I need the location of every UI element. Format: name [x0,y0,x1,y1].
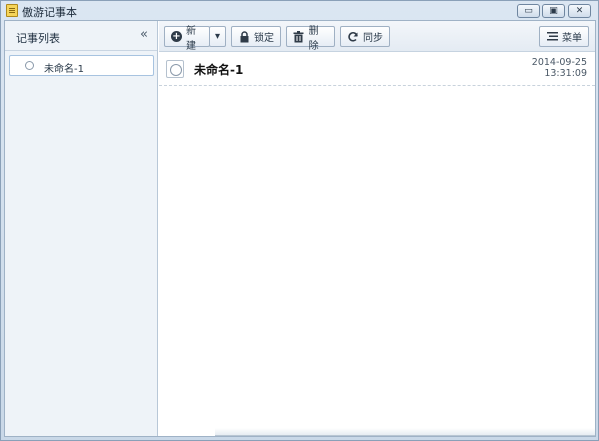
menu-button[interactable]: 菜单 [539,26,589,47]
new-button-label: 新建 [186,25,196,52]
window-title: 傲游记事本 [22,6,77,19]
note-time: 13:31:09 [544,68,587,79]
delete-button[interactable]: 删除 [286,26,335,52]
sidebar-item-label: 未命名-1 [44,64,84,75]
sync-button[interactable]: 同步 [340,26,390,47]
circle-icon [25,61,34,70]
title-bar[interactable]: 傲游记事本 ▭ ▣ ✕ [1,1,598,20]
note-timestamp: 2014-09-25 13:31:09 [532,57,587,79]
main-panel: + 新建 ▾ 锁定 删除 同步 菜单 未命名-1 2014-09-25 13:3… [159,21,595,436]
list-item[interactable]: 未命名-1 2014-09-25 13:31:09 [159,53,595,86]
trash-icon [293,30,305,43]
lock-button-label: 锁定 [254,33,274,44]
lock-icon [238,30,250,43]
content-area: 记事列表 « 未命名-1 + 新建 ▾ 锁定 删除 同步 菜单 未命名-1 20… [4,20,596,437]
refresh-icon [347,31,359,43]
sidebar-item-note[interactable]: 未命名-1 [9,55,154,76]
new-button[interactable]: + 新建 [164,26,210,52]
collapse-sidebar-icon[interactable]: « [137,27,151,43]
maximize-button[interactable]: ▣ [542,4,565,18]
app-window: 傲游记事本 ▭ ▣ ✕ 记事列表 « 未命名-1 + 新建 ▾ 锁定 删除 同步… [0,0,599,441]
delete-button-label: 删除 [308,25,319,52]
page-edge-decoration [215,428,595,436]
close-button[interactable]: ✕ [568,4,591,18]
add-icon: + [171,30,182,42]
note-select-checkbox[interactable] [166,60,184,78]
sidebar-title: 记事列表 [16,32,60,45]
menu-button-label: 菜单 [562,33,582,44]
notes-sidebar: 记事列表 « 未命名-1 [5,21,158,436]
sidebar-header: 记事列表 « [5,21,157,51]
note-title: 未命名-1 [194,63,244,77]
minimize-button[interactable]: ▭ [517,4,540,18]
toolbar: + 新建 ▾ 锁定 删除 同步 菜单 [159,21,595,52]
sync-button-label: 同步 [363,33,383,44]
notepad-app-icon [6,4,18,17]
lock-button[interactable]: 锁定 [231,26,281,47]
note-date: 2014-09-25 [531,57,587,68]
menu-list-icon [546,31,558,43]
new-dropdown-button[interactable]: ▾ [209,26,226,47]
chevron-down-icon: ▾ [214,31,221,42]
